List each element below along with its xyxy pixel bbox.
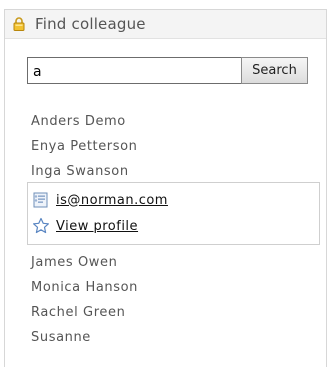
search-input[interactable] — [27, 57, 241, 84]
colleague-popup: is@norman.com View profile — [27, 182, 320, 245]
contact-card-icon — [33, 192, 48, 208]
email-link[interactable]: is@norman.com — [56, 193, 168, 208]
colleague-item[interactable]: Inga Swanson — [31, 164, 129, 179]
colleague-item[interactable]: James Owen — [31, 255, 117, 270]
colleague-item[interactable]: Rachel Green — [31, 305, 125, 320]
panel-header: Find colleague — [5, 10, 326, 39]
popup-profile-row[interactable]: View profile — [32, 216, 138, 236]
colleague-item[interactable]: Monica Hanson — [31, 280, 138, 295]
popup-email-row[interactable]: is@norman.com — [32, 190, 168, 210]
colleague-item[interactable]: Anders Demo — [31, 114, 126, 129]
find-colleague-panel: Find colleague Search Anders Demo Enya P… — [4, 9, 327, 367]
star-icon — [33, 217, 49, 234]
view-profile-link[interactable]: View profile — [56, 219, 138, 234]
search-button[interactable]: Search — [241, 57, 308, 84]
colleague-item[interactable]: Enya Petterson — [31, 139, 138, 154]
colleague-item[interactable]: Susanne — [31, 330, 91, 345]
panel-title: Find colleague — [35, 15, 146, 33]
lock-icon — [13, 17, 25, 31]
